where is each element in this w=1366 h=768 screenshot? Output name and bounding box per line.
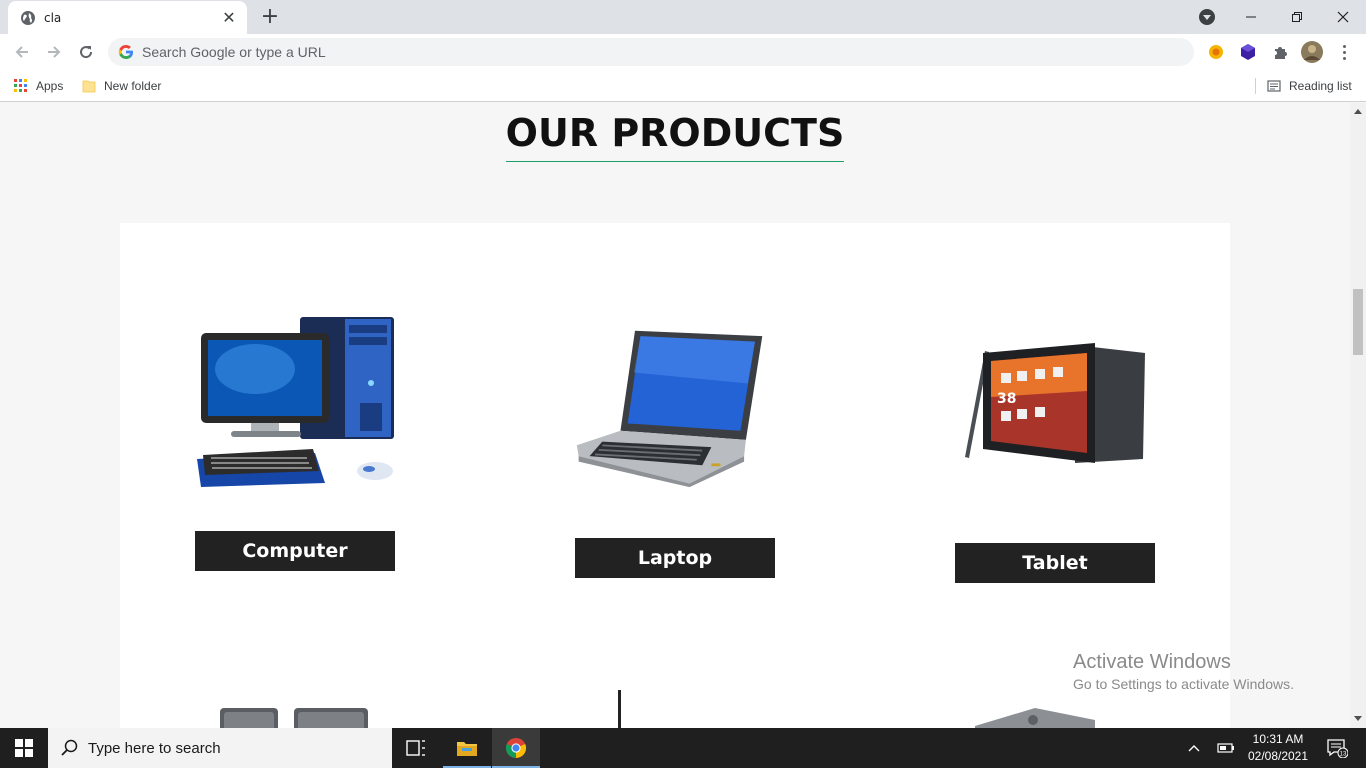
reload-icon bbox=[80, 46, 93, 59]
forward-arrow-icon bbox=[48, 46, 61, 58]
browser-toolbar bbox=[0, 34, 1366, 70]
google-g-icon bbox=[118, 45, 133, 59]
omnibox-input[interactable] bbox=[142, 44, 1042, 60]
folder-icon bbox=[82, 80, 96, 93]
extensions-button[interactable] bbox=[1270, 42, 1290, 62]
product-label-computer[interactable]: Computer bbox=[195, 531, 395, 571]
battery-button[interactable] bbox=[1215, 728, 1237, 768]
bookmark-new-folder[interactable]: New folder bbox=[82, 76, 161, 96]
chrome-app[interactable] bbox=[492, 728, 540, 768]
clock-time: 10:31 AM bbox=[1252, 732, 1304, 746]
search-icon bbox=[61, 739, 78, 756]
tab-strip: cla ✕ + bbox=[0, 0, 1366, 34]
avatar-icon bbox=[1301, 41, 1323, 63]
product-label-tablet[interactable]: Tablet bbox=[955, 543, 1155, 583]
close-icon bbox=[1337, 11, 1349, 23]
notification-count: 13 bbox=[1340, 752, 1347, 758]
close-window-button[interactable] bbox=[1320, 0, 1366, 34]
reload-button[interactable] bbox=[74, 40, 98, 64]
bookmark-new-folder-label: New folder bbox=[104, 79, 162, 93]
speakers-icon bbox=[220, 708, 368, 728]
globe-icon bbox=[21, 10, 35, 25]
battery-icon bbox=[1217, 743, 1234, 753]
task-view-icon bbox=[406, 740, 425, 756]
hard-drive-icon bbox=[975, 708, 1095, 728]
page-scrollbar[interactable] bbox=[1350, 103, 1366, 728]
activate-windows-title: Activate Windows bbox=[1073, 651, 1231, 673]
minimize-button[interactable] bbox=[1228, 0, 1274, 34]
activate-windows-subtitle: Go to Settings to activate Windows. bbox=[1073, 676, 1294, 692]
browser-tab[interactable]: cla ✕ bbox=[8, 1, 247, 34]
router-antenna-icon bbox=[618, 690, 621, 728]
windows-taskbar: 10:31 AM 02/08/2021 13 bbox=[0, 728, 1366, 768]
taskbar-clock[interactable]: 10:31 AM 02/08/2021 bbox=[1242, 731, 1314, 765]
bookmark-apps-label: Apps bbox=[36, 79, 64, 93]
scroll-up-arrow-icon[interactable] bbox=[1354, 109, 1362, 114]
show-hidden-icons-button[interactable] bbox=[1184, 728, 1204, 768]
section-header: OUR PRODUCTS bbox=[0, 109, 1350, 162]
scrollbar-thumb[interactable] bbox=[1353, 289, 1363, 355]
bookmarks-divider bbox=[1255, 78, 1256, 94]
chrome-icon bbox=[505, 738, 527, 759]
desktop-computer-icon bbox=[197, 317, 394, 487]
file-explorer-icon bbox=[457, 742, 477, 756]
back-button[interactable] bbox=[10, 40, 34, 64]
new-tab-button[interactable]: + bbox=[258, 6, 282, 28]
products-panel: Computer Laptop 38 Tablet bbox=[120, 223, 1230, 728]
chrome-menu-button[interactable] bbox=[1336, 42, 1352, 62]
tab-search-icon[interactable] bbox=[1199, 9, 1215, 25]
menu-dot-icon bbox=[1342, 56, 1346, 60]
chevron-up-icon bbox=[1188, 745, 1200, 752]
windows-logo-icon bbox=[15, 739, 33, 757]
reading-list-button[interactable]: Reading list bbox=[1267, 76, 1352, 96]
forward-button[interactable] bbox=[42, 40, 66, 64]
extension-cube-button[interactable] bbox=[1238, 42, 1258, 62]
reading-list-icon bbox=[1267, 80, 1281, 92]
svg-text:38: 38 bbox=[997, 391, 1016, 407]
menu-dot-icon bbox=[1342, 44, 1346, 48]
purple-cube-extension-icon bbox=[1241, 44, 1255, 60]
task-view-button[interactable] bbox=[392, 728, 440, 768]
taskbar-search-input[interactable] bbox=[88, 739, 368, 757]
puzzle-icon bbox=[1275, 47, 1287, 59]
laptop-icon bbox=[576, 330, 763, 488]
file-explorer-app[interactable] bbox=[443, 728, 491, 768]
scroll-down-arrow-icon[interactable] bbox=[1354, 716, 1362, 721]
action-center-button[interactable]: 13 bbox=[1320, 728, 1354, 768]
orange-circle-extension-icon bbox=[1209, 45, 1223, 59]
notification-icon: 13 bbox=[1327, 739, 1348, 758]
back-arrow-icon bbox=[15, 46, 28, 58]
minimize-icon bbox=[1246, 16, 1256, 18]
activate-windows-watermark: Activate Windows Go to Settings to activ… bbox=[1073, 651, 1294, 695]
apps-grid-icon bbox=[14, 79, 27, 92]
tablet-icon: 38 bbox=[965, 343, 1145, 463]
start-button[interactable] bbox=[0, 728, 48, 768]
page-viewport: OUR PRODUCTS Computer Laptop 38 Tablet A… bbox=[0, 103, 1350, 728]
bookmarks-bar: Apps New folder Reading list bbox=[0, 70, 1366, 102]
restore-icon bbox=[1292, 12, 1302, 22]
address-bar[interactable] bbox=[108, 38, 1194, 66]
product-label-laptop[interactable]: Laptop bbox=[575, 538, 775, 578]
section-title: OUR PRODUCTS bbox=[505, 109, 845, 162]
clock-date: 02/08/2021 bbox=[1247, 749, 1309, 763]
tab-title: cla bbox=[44, 10, 62, 25]
taskbar-search-box[interactable] bbox=[48, 728, 392, 768]
menu-dot-icon bbox=[1342, 50, 1346, 54]
restore-button[interactable] bbox=[1274, 0, 1320, 34]
close-tab-icon[interactable]: ✕ bbox=[221, 9, 237, 26]
profile-avatar-button[interactable] bbox=[1300, 40, 1324, 64]
bookmark-apps[interactable]: Apps bbox=[14, 76, 63, 96]
extension-orange-button[interactable] bbox=[1206, 42, 1226, 62]
reading-list-label: Reading list bbox=[1289, 79, 1352, 93]
